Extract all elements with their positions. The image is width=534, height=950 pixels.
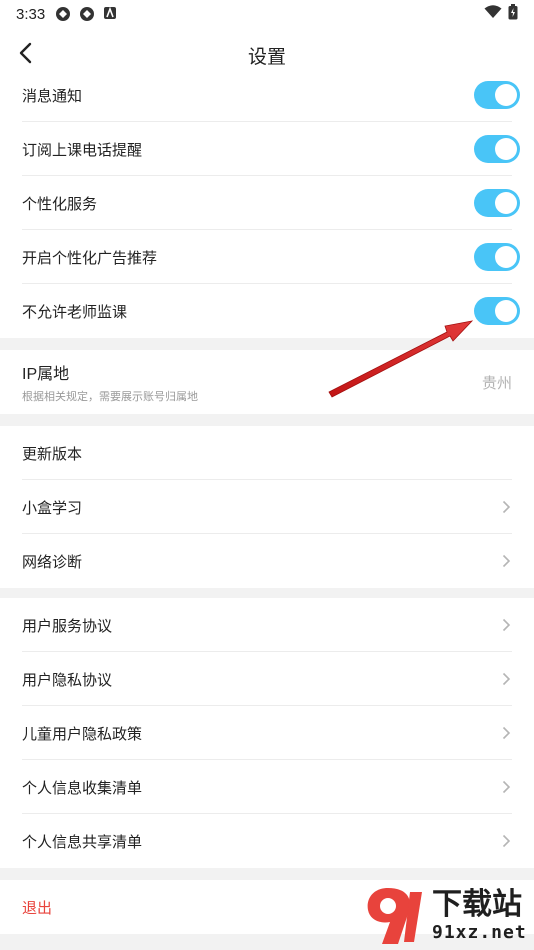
chevron-right-icon xyxy=(500,499,512,515)
app-icon-1 xyxy=(55,6,71,22)
settings-row-personalized-service[interactable]: 个性化服务 xyxy=(22,176,520,230)
battery-icon xyxy=(508,4,518,24)
settings-row-personalized-ads[interactable]: 开启个性化广告推荐 xyxy=(22,230,520,284)
back-button[interactable] xyxy=(10,40,40,70)
settings-row-ip-location: IP属地 根据相关规定，需要展示账号归属地 贵州 xyxy=(22,350,512,414)
row-label: 消息通知 xyxy=(22,87,83,105)
settings-row-network-diagnosis[interactable]: 网络诊断 xyxy=(22,534,512,588)
chevron-right-icon xyxy=(500,833,512,849)
app-group: 更新版本 小盒学习 网络诊断 xyxy=(0,426,534,588)
policy-group: 用户服务协议 用户隐私协议 儿童用户隐私政策 个人信息收集清单 个人信息共享清单 xyxy=(0,598,534,868)
row-label: 用户隐私协议 xyxy=(22,671,113,689)
row-label: 个人信息共享清单 xyxy=(22,833,143,851)
app-icon-2 xyxy=(79,6,95,22)
toggle-personalized-ads[interactable] xyxy=(474,243,520,271)
toggle-knob xyxy=(495,84,517,106)
row-label: 不允许老师监课 xyxy=(22,303,128,321)
row-label: 更新版本 xyxy=(22,445,83,463)
row-label: 小盒学习 xyxy=(22,499,83,517)
ip-value: 贵州 xyxy=(481,374,512,392)
chevron-right-icon xyxy=(500,553,512,569)
row-label: 订阅上课电话提醒 xyxy=(22,141,143,159)
row-label: 网络诊断 xyxy=(22,553,83,571)
row-label: 个性化服务 xyxy=(22,195,98,213)
chevron-right-icon xyxy=(500,671,512,687)
row-label: 个人信息收集清单 xyxy=(22,779,143,797)
site-watermark: 下载站 91xz.net xyxy=(358,882,534,950)
toggle-teacher-monitoring[interactable] xyxy=(474,297,520,325)
settings-row-child-privacy-policy[interactable]: 儿童用户隐私政策 xyxy=(22,706,512,760)
status-bar: 3:33 xyxy=(0,0,534,28)
toggle-class-call-reminder[interactable] xyxy=(474,135,520,163)
ip-location-group: IP属地 根据相关规定，需要展示账号归属地 贵州 xyxy=(0,350,534,414)
settings-row-teacher-monitoring[interactable]: 不允许老师监课 xyxy=(22,284,520,338)
settings-row-xiaohe-learning[interactable]: 小盒学习 xyxy=(22,480,512,534)
row-label: 开启个性化广告推荐 xyxy=(22,249,158,267)
toggle-notifications[interactable] xyxy=(474,81,520,109)
settings-row-info-sharing-list[interactable]: 个人信息共享清单 xyxy=(22,814,512,868)
watermark-main: 下载站 xyxy=(432,887,522,922)
settings-row-user-service-agreement[interactable]: 用户服务协议 xyxy=(22,598,512,652)
wifi-icon xyxy=(484,5,502,23)
toggle-knob xyxy=(495,246,517,268)
chevron-right-icon xyxy=(500,617,512,633)
settings-toggle-group: 消息通知 订阅上课电话提醒 个性化服务 开启个性化广告推荐 不允许老师监课 xyxy=(0,68,534,338)
chevron-right-icon xyxy=(500,779,512,795)
status-time: 3:33 xyxy=(16,5,46,23)
settings-row-info-collection-list[interactable]: 个人信息收集清单 xyxy=(22,760,512,814)
settings-row-user-privacy-agreement[interactable]: 用户隐私协议 xyxy=(22,652,512,706)
chevron-right-icon xyxy=(500,725,512,741)
toggle-knob xyxy=(495,192,517,214)
toggle-knob xyxy=(495,300,517,322)
row-label: 儿童用户隐私政策 xyxy=(22,725,143,743)
toggle-knob xyxy=(495,138,517,160)
app-icon-3 xyxy=(103,6,119,22)
ip-title: IP属地 xyxy=(22,366,70,383)
ip-subtitle: 根据相关规定，需要展示账号归属地 xyxy=(22,391,198,403)
watermark-logo-icon xyxy=(358,882,428,950)
top-app-bar-cover xyxy=(0,70,534,82)
page-title: 设置 xyxy=(247,46,286,68)
chevron-left-icon xyxy=(18,42,32,69)
settings-row-update-version[interactable]: 更新版本 xyxy=(22,426,512,480)
settings-row-class-call-reminder[interactable]: 订阅上课电话提醒 xyxy=(22,122,520,176)
row-label: 用户服务协议 xyxy=(22,617,113,635)
watermark-domain: 91xz.net xyxy=(432,922,527,943)
toggle-personalized-service[interactable] xyxy=(474,189,520,217)
